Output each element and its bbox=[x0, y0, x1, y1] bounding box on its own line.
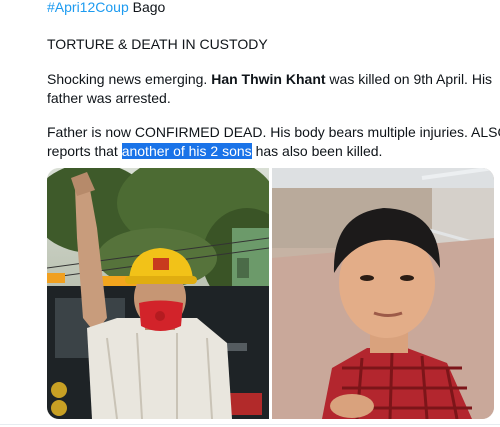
tweet-heading: TORTURE & DEATH IN CUSTODY bbox=[47, 36, 268, 52]
young-man-portrait-photo[interactable] bbox=[272, 168, 494, 419]
hashtag-line: #Apri12Coup Bago bbox=[47, 0, 165, 16]
victim-name: Han Thwin Khant bbox=[211, 71, 326, 87]
para1-post: was killed on 9th April. His bbox=[325, 71, 493, 87]
para2-pre: reports that bbox=[47, 143, 122, 159]
tweet-media-grid bbox=[47, 168, 494, 419]
tweet-paragraph-2-line-2: reports that another of his 2 sons has a… bbox=[47, 141, 382, 161]
tweet-paragraph-2-line-1: Father is now CONFIRMED DEAD. His body b… bbox=[47, 124, 500, 140]
para2-post: has also been killed. bbox=[251, 143, 383, 159]
tweet-bottom-divider bbox=[0, 424, 500, 425]
tweet: #Apri12Coup Bago TORTURE & DEATH IN CUST… bbox=[0, 0, 500, 427]
para1-pre: Shocking news emerging. bbox=[47, 71, 212, 87]
tweet-paragraph-1-line-1: Shocking news emerging. Han Thwin Khant … bbox=[47, 69, 492, 89]
location-text: Bago bbox=[132, 0, 166, 15]
tweet-paragraph-1-line-2: father was arrested. bbox=[47, 90, 171, 106]
hashtag-link[interactable]: #Apri12Coup bbox=[47, 0, 129, 15]
selected-text[interactable]: another of his 2 sons bbox=[121, 143, 252, 159]
man-with-raised-hand-photo[interactable] bbox=[47, 168, 269, 419]
